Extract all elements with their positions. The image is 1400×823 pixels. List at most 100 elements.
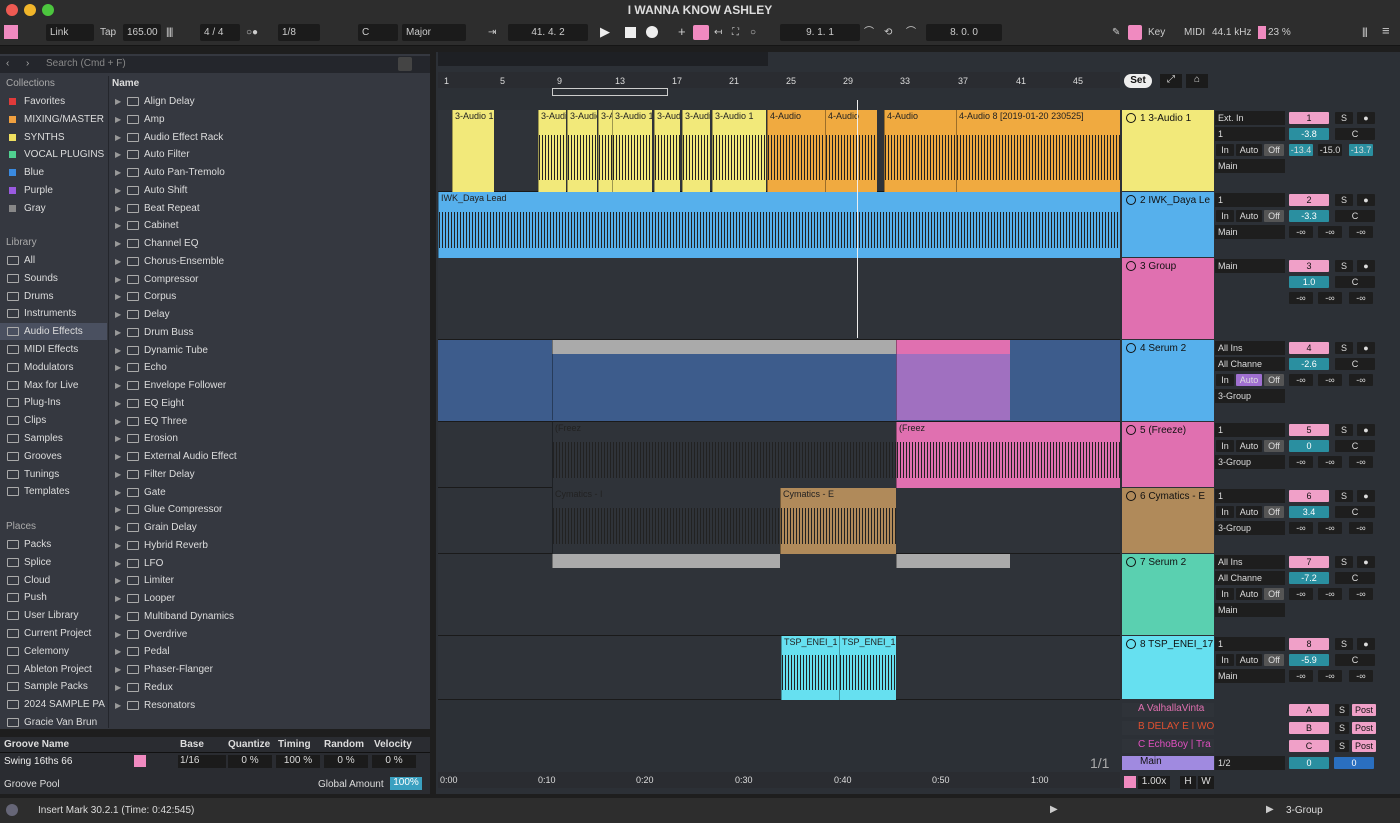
solo-button[interactable]: S: [1335, 556, 1353, 568]
clip[interactable]: 3-Audio 1: [612, 110, 652, 192]
volume-field[interactable]: -3.3: [1289, 210, 1329, 222]
loop-icon[interactable]: ⟲: [884, 24, 892, 41]
output-select[interactable]: Main: [1215, 603, 1285, 617]
loop-length-field[interactable]: 8. 0. 0: [926, 24, 1002, 41]
browser-item[interactable]: ▶ Grain Delay: [110, 519, 430, 536]
main-pan[interactable]: 0: [1334, 757, 1374, 769]
input-channel-select[interactable]: All Channe: [1215, 357, 1285, 371]
track-header[interactable]: 3 Group: [1122, 258, 1214, 339]
browser-item[interactable]: ▶ Echo: [110, 359, 430, 376]
stop-icon[interactable]: [625, 27, 636, 38]
tap-button[interactable]: Tap: [100, 24, 116, 41]
browser-item[interactable]: ▶ Glue Compressor: [110, 501, 430, 518]
track-number[interactable]: 8: [1289, 638, 1329, 650]
expand-arrow-icon[interactable]: ▶: [115, 288, 121, 305]
browser-item[interactable]: ▶ Amp: [110, 111, 430, 128]
arm-button[interactable]: ●: [1357, 424, 1375, 436]
track-header[interactable]: 7 Serum 2: [1122, 554, 1214, 635]
timing-value[interactable]: 100 %: [276, 755, 320, 768]
expand-arrow-icon[interactable]: ▶: [115, 306, 121, 323]
menu-icon[interactable]: ≡: [1382, 22, 1390, 39]
expand-arrow-icon[interactable]: ▶: [115, 608, 121, 625]
track-header[interactable]: 2 IWK_Daya Le: [1122, 192, 1214, 257]
arm-button[interactable]: ●: [1357, 342, 1375, 354]
browser-item[interactable]: ▶ Chorus-Ensemble: [110, 253, 430, 270]
solo-button[interactable]: S: [1335, 740, 1349, 752]
back-icon[interactable]: ‹: [6, 58, 9, 69]
track-number[interactable]: 4: [1289, 342, 1329, 354]
quantize-value[interactable]: 0 %: [228, 755, 272, 768]
monitor-off[interactable]: Off: [1264, 506, 1284, 518]
expand-arrow-icon[interactable]: ▶: [115, 572, 121, 589]
clip[interactable]: IWK_Daya Lead: [438, 192, 1120, 258]
input-type-select[interactable]: All Ins: [1215, 555, 1285, 569]
browser-item[interactable]: ▶ Overdrive: [110, 626, 430, 643]
monitor-off[interactable]: Off: [1264, 374, 1284, 386]
clip[interactable]: 3-Audio 1: [598, 110, 612, 192]
monitor-in[interactable]: In: [1216, 440, 1234, 452]
library-item[interactable]: Instruments: [0, 305, 107, 322]
zoom-level[interactable]: 1.00x: [1138, 776, 1170, 789]
track-header[interactable]: 4 Serum 2: [1122, 340, 1214, 421]
collection-item[interactable]: Purple: [0, 182, 107, 199]
place-item[interactable]: Push: [0, 589, 107, 606]
status-arrow-icon[interactable]: ▶: [1266, 804, 1274, 815]
arm-button[interactable]: ●: [1357, 112, 1375, 124]
follow-icon[interactable]: ⇥: [488, 24, 496, 41]
input-channel-select[interactable]: 1: [1215, 127, 1285, 141]
monitor-auto[interactable]: Auto: [1236, 374, 1262, 386]
track-number[interactable]: 1: [1289, 112, 1329, 124]
clip[interactable]: Cymatics - I: [552, 488, 780, 554]
browser-item[interactable]: ▶ Filter Delay: [110, 466, 430, 483]
browser-item[interactable]: ▶ Audio Effect Rack: [110, 129, 430, 146]
search-input[interactable]: Search (Cmd + F): [46, 58, 126, 69]
lock-icon[interactable]: ⌂: [1186, 74, 1208, 88]
browser-item[interactable]: ▶ EQ Eight: [110, 395, 430, 412]
browser-item[interactable]: ▶ Channel EQ: [110, 235, 430, 252]
monitor-auto[interactable]: Auto: [1236, 588, 1262, 600]
library-item[interactable]: Samples: [0, 430, 107, 447]
clip[interactable]: 3-Audio 1: [567, 110, 597, 192]
clip[interactable]: 3-Audio 1: [452, 110, 494, 192]
song-position-field[interactable]: 41. 4. 2: [508, 24, 588, 41]
browser-item[interactable]: ▶ Cabinet: [110, 217, 430, 234]
track-header[interactable]: 6 Cymatics - E: [1122, 488, 1214, 553]
browser-item[interactable]: ▶ Dynamic Tube: [110, 342, 430, 359]
time-signature-field[interactable]: 4 / 4: [200, 24, 240, 41]
solo-button[interactable]: S: [1335, 490, 1353, 502]
fold-icon[interactable]: [1126, 557, 1136, 567]
expand-arrow-icon[interactable]: ▶: [115, 519, 121, 536]
set-locator-button[interactable]: Set: [1124, 74, 1152, 88]
name-column-header[interactable]: Name: [112, 76, 139, 92]
filter-icon[interactable]: [398, 57, 412, 71]
velocity-value[interactable]: 0 %: [372, 755, 416, 768]
browser-item[interactable]: ▶ Phaser-Flanger: [110, 661, 430, 678]
volume-field[interactable]: -2.6: [1289, 358, 1329, 370]
expand-arrow-icon[interactable]: ▶: [115, 430, 121, 447]
view-toggle-icon[interactable]: [4, 25, 18, 39]
expand-arrow-icon[interactable]: ▶: [115, 466, 121, 483]
monitor-in[interactable]: In: [1216, 374, 1234, 386]
tempo-field[interactable]: 165.00: [123, 24, 161, 41]
pan-field[interactable]: C: [1335, 506, 1375, 518]
library-item[interactable]: Plug-Ins: [0, 394, 107, 411]
place-item[interactable]: Current Project: [0, 625, 107, 642]
expand-arrow-icon[interactable]: ▶: [115, 679, 121, 696]
library-item[interactable]: Max for Live: [0, 377, 107, 394]
output-select[interactable]: 3-Group: [1215, 521, 1285, 535]
solo-button[interactable]: S: [1335, 722, 1349, 734]
play-icon[interactable]: ▶: [600, 23, 610, 40]
monitor-in[interactable]: In: [1216, 144, 1234, 156]
browser-item[interactable]: ▶ Align Delay: [110, 93, 430, 110]
clip[interactable]: (Freez: [896, 422, 1120, 488]
browser-item[interactable]: ▶ EQ Three: [110, 413, 430, 430]
base-select[interactable]: 1/16: [178, 755, 226, 768]
collection-item[interactable]: Gray: [0, 200, 107, 217]
expand-arrow-icon[interactable]: ▶: [115, 697, 121, 714]
record-icon[interactable]: [646, 26, 658, 38]
library-item[interactable]: All: [0, 252, 107, 269]
monitor-auto[interactable]: Auto: [1236, 210, 1262, 222]
expand-arrow-icon[interactable]: ▶: [115, 395, 121, 412]
expand-arrow-icon[interactable]: ▶: [115, 626, 121, 643]
expand-arrow-icon[interactable]: ▶: [115, 93, 121, 110]
